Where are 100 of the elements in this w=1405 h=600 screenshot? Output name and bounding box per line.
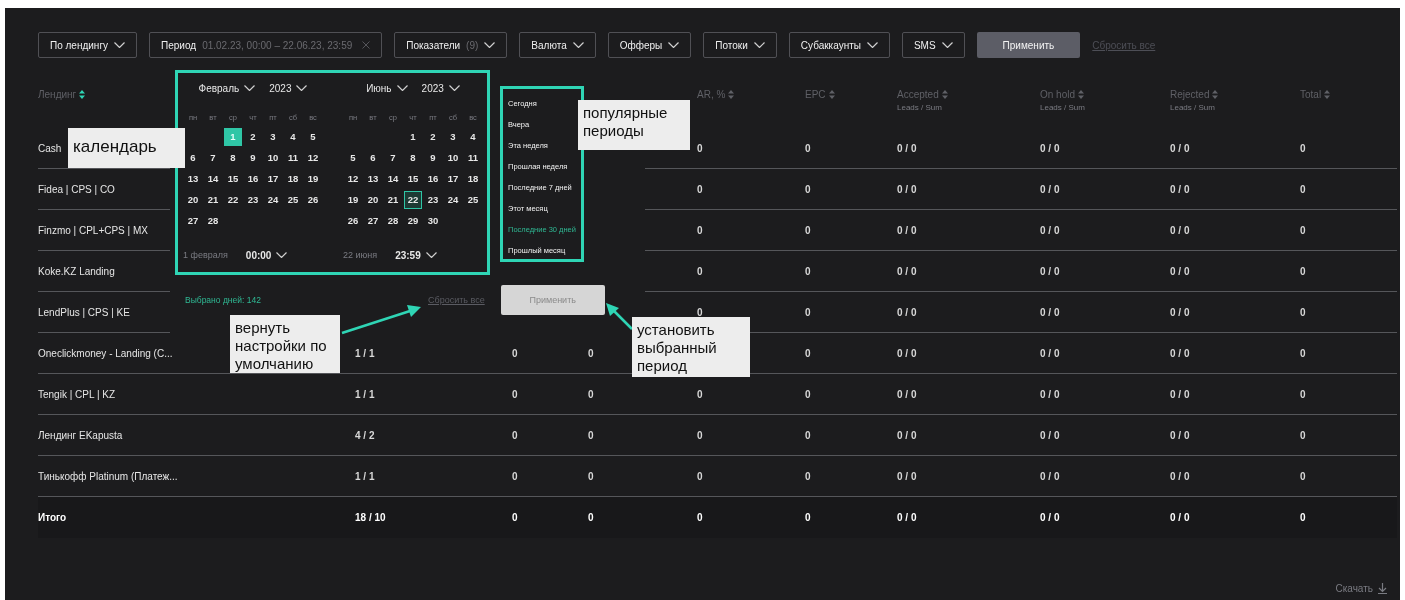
- calendar-day[interactable]: 25: [284, 190, 302, 209]
- table-cell: 0 / 0: [897, 512, 917, 523]
- calendar-day[interactable]: 14: [384, 169, 402, 188]
- chevron-down-icon: [941, 42, 953, 48]
- time-dropdown[interactable]: 23:59: [395, 249, 437, 261]
- month-dropdown[interactable]: Февраль: [198, 78, 256, 98]
- calendar-day[interactable]: 6: [184, 148, 202, 167]
- calendar-day[interactable]: 24: [444, 190, 462, 209]
- calendar-day[interactable]: 5: [344, 148, 362, 167]
- calendar-day[interactable]: 14: [204, 169, 222, 188]
- chevron-down-icon: [572, 42, 584, 48]
- filter-dropdown[interactable]: Офферы: [607, 32, 692, 58]
- calendar-day[interactable]: 27: [184, 211, 202, 230]
- filter-dropdown[interactable]: Потоки: [703, 32, 777, 58]
- table-cell: 0: [805, 429, 811, 441]
- calendar-day[interactable]: 22: [404, 190, 422, 209]
- calendar-day[interactable]: 25: [464, 190, 482, 209]
- calendar-day[interactable]: 9: [244, 148, 262, 167]
- calendar-day[interactable]: 13: [184, 169, 202, 188]
- download-link[interactable]: Скачать: [1335, 583, 1387, 594]
- calendar-day[interactable]: 12: [344, 169, 362, 188]
- calendar-day[interactable]: 23: [244, 190, 262, 209]
- calendar-day[interactable]: 17: [444, 169, 462, 188]
- calendar-day[interactable]: 26: [304, 190, 322, 209]
- calendar-day[interactable]: 3: [444, 127, 462, 146]
- calendar-day[interactable]: 28: [384, 211, 402, 230]
- calendar-day[interactable]: 11: [464, 148, 482, 167]
- calendar-day[interactable]: 21: [384, 190, 402, 209]
- calendar-day[interactable]: 21: [204, 190, 222, 209]
- calendar-day[interactable]: 28: [204, 211, 222, 230]
- table-cell: 0: [1300, 142, 1306, 154]
- calendar-day[interactable]: 2: [424, 127, 442, 146]
- table-cell: 4 / 2: [355, 429, 375, 441]
- filter-dropdown[interactable]: Показатели (9): [394, 32, 508, 58]
- chevron-down-icon: [448, 85, 460, 91]
- table-cell: 0: [697, 470, 703, 482]
- arrow: [606, 303, 633, 330]
- calendar-day[interactable]: 30: [424, 211, 442, 230]
- calendar-day[interactable]: 16: [424, 169, 442, 188]
- month-dropdown[interactable]: Июнь: [366, 78, 408, 98]
- filter-dropdown[interactable]: Период 01.02.23, 00:00 – 22.06.23, 23:59: [149, 32, 383, 58]
- year-dropdown[interactable]: 2023: [421, 78, 460, 98]
- filter-dropdown[interactable]: Валюта: [519, 32, 596, 58]
- filter-dropdown[interactable]: SMS: [901, 32, 965, 58]
- calendar-day[interactable]: 7: [384, 148, 402, 167]
- table-cell: 0 / 0: [1170, 142, 1190, 154]
- filter-dropdown[interactable]: По лендингу: [38, 32, 138, 58]
- calendar-day[interactable]: 10: [444, 148, 462, 167]
- calendar-day[interactable]: 13: [364, 169, 382, 188]
- time-dropdown[interactable]: 00:00: [245, 249, 288, 261]
- calendar-day[interactable]: 9: [424, 148, 442, 167]
- calendar-day[interactable]: 18: [464, 169, 482, 188]
- chevron-down-icon: [296, 85, 308, 91]
- table-cell: 0 / 0: [1040, 183, 1060, 195]
- calendar-day[interactable]: 3: [264, 127, 282, 146]
- date-label: 1 февраля: [183, 250, 228, 260]
- filter-dropdown[interactable]: Субаккаунты: [788, 32, 890, 58]
- chevron-down-icon: [244, 85, 256, 91]
- apply-button[interactable]: Применить: [976, 32, 1081, 58]
- calendar-day[interactable]: 20: [184, 190, 202, 209]
- table-cell: 0: [805, 224, 811, 236]
- calendar-day[interactable]: 18: [284, 169, 302, 188]
- calendar-day[interactable]: 15: [224, 169, 242, 188]
- calendar-day[interactable]: 5: [304, 127, 322, 146]
- calendar-day[interactable]: 19: [344, 190, 362, 209]
- calendar-day[interactable]: 8: [224, 148, 242, 167]
- calendar-day[interactable]: 11: [284, 148, 302, 167]
- calendar-day[interactable]: 1: [404, 127, 422, 146]
- calendar-day[interactable]: 29: [404, 211, 422, 230]
- calendar-day[interactable]: 17: [264, 169, 282, 188]
- table-cell: 0: [512, 347, 518, 359]
- close-icon: [362, 41, 371, 49]
- table-cell: 0: [1300, 470, 1306, 482]
- calendar-day[interactable]: 20: [364, 190, 382, 209]
- table-cell: 0: [805, 347, 811, 359]
- calendar-day[interactable]: 19: [304, 169, 322, 188]
- calendar-day[interactable]: 22: [224, 190, 242, 209]
- calendar-day[interactable]: 12: [304, 148, 322, 167]
- calendar-day[interactable]: 24: [264, 190, 282, 209]
- table-cell: 0: [697, 512, 703, 523]
- calendar-day[interactable]: 2: [244, 127, 262, 146]
- calendar-day[interactable]: 10: [264, 148, 282, 167]
- table-cell: 0: [805, 265, 811, 277]
- table-cell: 0: [1300, 183, 1306, 195]
- table-cell: 0 / 0: [1040, 512, 1060, 523]
- table-cell: 0: [805, 470, 811, 482]
- table-cell: 0 / 0: [1170, 265, 1190, 277]
- calendar-day[interactable]: 16: [244, 169, 262, 188]
- calendar-day[interactable]: 27: [364, 211, 382, 230]
- calendar-day[interactable]: 8: [404, 148, 422, 167]
- calendar-day[interactable]: 26: [344, 211, 362, 230]
- year-dropdown[interactable]: 2023: [269, 78, 308, 98]
- calendar-day[interactable]: 15: [404, 169, 422, 188]
- calendar-day[interactable]: 7: [204, 148, 222, 167]
- table-cell: 0: [588, 512, 594, 523]
- calendar-day[interactable]: 23: [424, 190, 442, 209]
- calendar-day[interactable]: 6: [364, 148, 382, 167]
- table-cell: 0 / 0: [1170, 470, 1190, 482]
- calendar-day[interactable]: 4: [284, 127, 302, 146]
- calendar-day[interactable]: 4: [464, 127, 482, 146]
